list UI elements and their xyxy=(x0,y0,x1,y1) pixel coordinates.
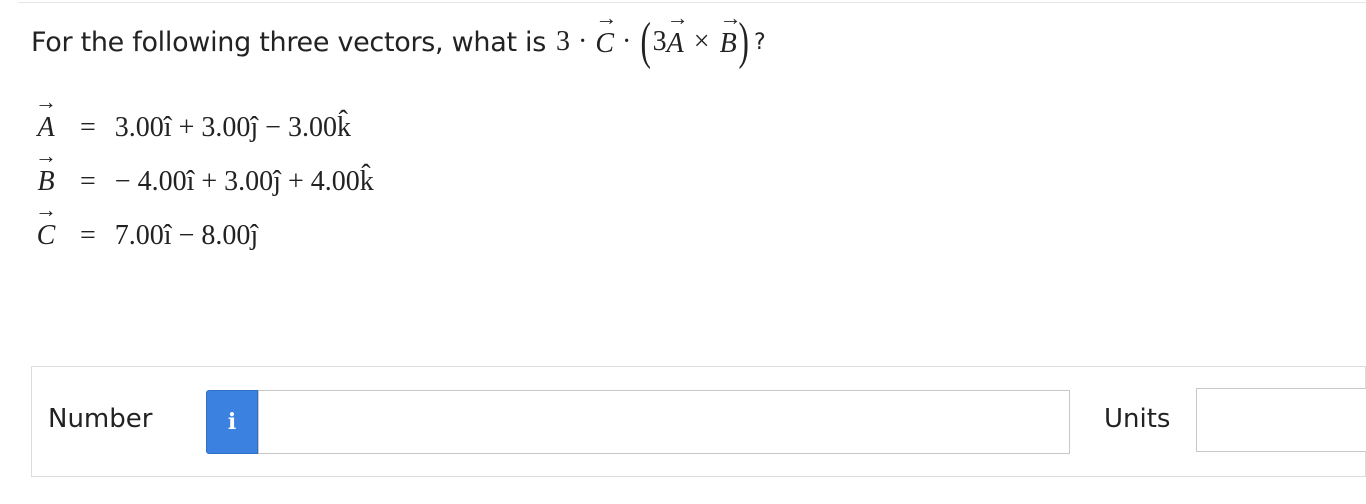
equation-vector-b: → B = − 4.00î + 3.00ĵ + 4.00k̂ xyxy=(33,145,374,198)
vector-arrow-icon: → xyxy=(35,89,57,114)
units-select[interactable] xyxy=(1196,388,1366,452)
dot-operator-1: · xyxy=(578,26,588,57)
number-input[interactable] xyxy=(258,390,1070,454)
question-text: For the following three vectors, what is… xyxy=(31,7,766,70)
inner-coefficient: 3 xyxy=(652,26,667,57)
vector-b-symbol: → B xyxy=(719,7,742,60)
question-expression: 3 · → C · ( 3 → A × → B ) ? xyxy=(556,7,766,70)
open-paren: ( xyxy=(640,13,652,70)
info-icon: i xyxy=(227,409,237,435)
vector-a-letter: A xyxy=(666,28,684,59)
equals-sign: = xyxy=(80,112,96,143)
number-label: Number xyxy=(48,404,153,434)
vector-b-symbol: → B xyxy=(33,145,59,198)
equals-sign: = xyxy=(80,220,96,251)
vector-arrow-icon: → xyxy=(35,143,57,168)
vector-a-symbol: → A xyxy=(666,7,689,60)
vector-c-letter: C xyxy=(595,28,615,59)
vector-a-symbol: → A xyxy=(33,91,59,144)
question-prompt: For the following three vectors, what is xyxy=(31,26,546,58)
top-divider xyxy=(18,2,1366,3)
vector-a-letter: A xyxy=(37,112,55,143)
equation-vector-a: → A = 3.00î + 3.00ĵ − 3.00k̂ xyxy=(33,91,351,144)
info-button[interactable]: i xyxy=(206,390,258,454)
vector-b-letter: B xyxy=(37,166,55,197)
vector-arrow-icon: → xyxy=(719,5,742,30)
expr-coefficient: 3 xyxy=(556,26,570,57)
vector-arrow-icon: → xyxy=(595,5,618,30)
vector-c-letter: C xyxy=(36,220,56,251)
units-label: Units xyxy=(1104,404,1171,434)
vector-b-components: − 4.00î + 3.00ĵ + 4.00k̂ xyxy=(114,166,374,197)
equals-sign: = xyxy=(80,166,96,197)
cross-operator: × xyxy=(693,26,710,57)
question-mark: ? xyxy=(754,29,766,55)
close-paren: ) xyxy=(738,13,749,70)
equation-vector-c: → C = 7.00î − 8.00ĵ xyxy=(33,199,259,252)
vector-a-components: 3.00î + 3.00ĵ − 3.00k̂ xyxy=(114,112,351,143)
dot-operator-2: · xyxy=(622,26,632,57)
vector-c-symbol: → C xyxy=(33,199,59,252)
vector-c-components: 7.00î − 8.00ĵ xyxy=(114,220,259,251)
vector-b-letter: B xyxy=(719,28,737,59)
vector-arrow-icon: → xyxy=(35,197,57,222)
vector-arrow-icon: → xyxy=(666,5,689,30)
vector-c-symbol: → C xyxy=(595,7,617,60)
